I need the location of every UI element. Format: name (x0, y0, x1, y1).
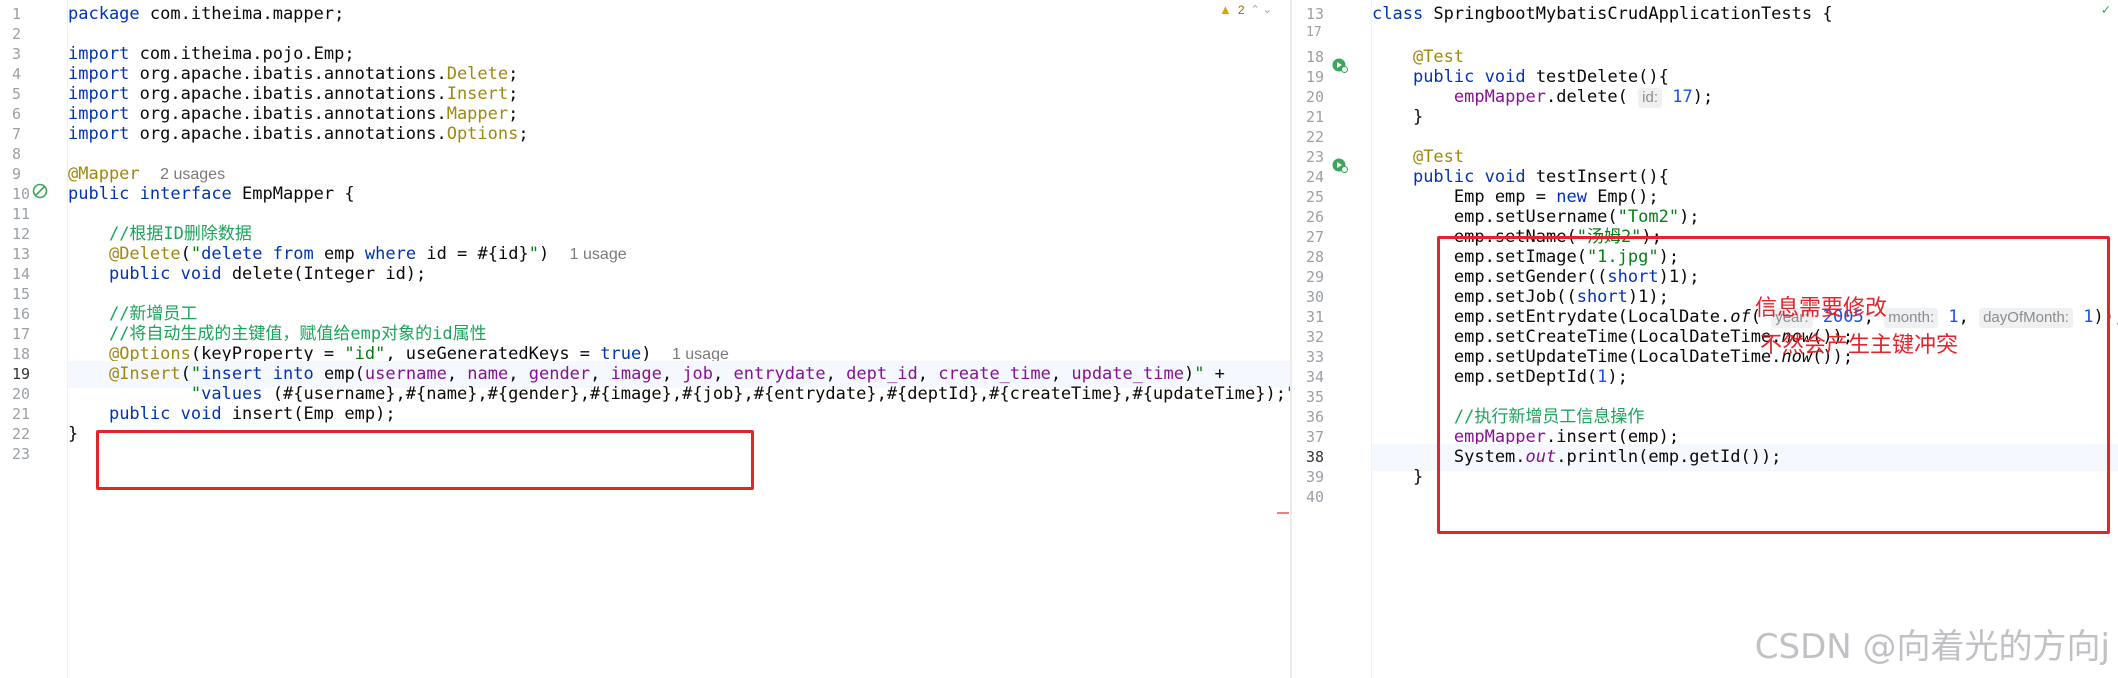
highlight-box-options (96, 430, 754, 490)
inspection-widget[interactable]: ▲ 2 ⌃ ⌄ (1219, 2, 1272, 17)
highlight-box-insert-body (1437, 236, 2110, 534)
mapper-gutter-icon[interactable] (32, 183, 48, 199)
line-number[interactable]: 17 (1306, 25, 1322, 41)
code-token: class (1372, 4, 1424, 24)
annotation-text-2: 不然会产生主键冲突 (1760, 333, 1959, 358)
right-gutter: 13 17 18 19 20 21 22 23 24 25 26 27 28 29 30 31 32 33 34 35… (1292, 0, 1372, 678)
code-token: SpringbootMybatisCrudApplicationTests { (1423, 4, 1833, 24)
warning-icon: ▲ (1218, 2, 1232, 17)
annotation-text-1: 信息需要修改 (1755, 296, 1888, 321)
sticky-header-line[interactable]: class SpringbootMybatisCrudApplicationTe… (1372, 1, 2118, 28)
run-test-icon[interactable] (1332, 157, 1348, 173)
sticky-line-number[interactable]: 13 (1306, 1, 1324, 28)
run-test-icon[interactable] (1332, 57, 1348, 73)
check-icon[interactable]: ✓ (2102, 2, 2110, 18)
error-squiggle (1277, 510, 1289, 514)
warning-count: 2 (1237, 2, 1245, 17)
line-number[interactable]: 40 (1306, 484, 1324, 511)
left-editor-pane: 1 2 3 4 5 6 7 8 9 10 11 12 13 14 15 16 17 18 19 20 21 22 23 pa… (0, 0, 1292, 678)
line-number[interactable]: 23 (12, 441, 30, 468)
navigate-arrows-icon[interactable]: ⌃ ⌄ (1251, 3, 1273, 16)
left-code-area[interactable]: package com.itheima.mapper; import com.it… (68, 0, 1292, 678)
code-line[interactable] (1372, 25, 2118, 41)
watermark: CSDN @向着光的方向j (1754, 627, 2110, 667)
left-gutter: 1 2 3 4 5 6 7 8 9 10 11 12 13 14 15 16 17 18 19 20 21 22 23 (0, 0, 68, 678)
